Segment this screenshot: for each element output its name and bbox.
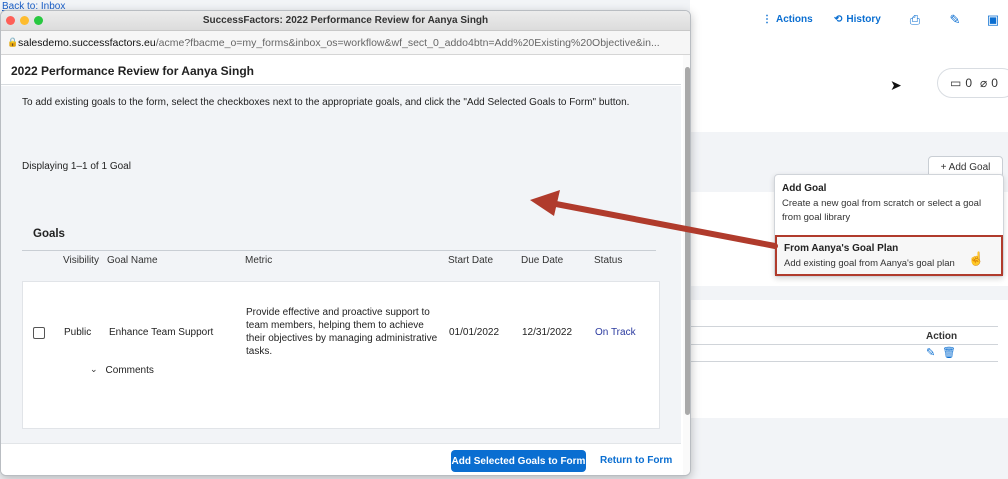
goals-section-title: Goals (33, 228, 65, 240)
goal-select-checkbox[interactable] (33, 327, 45, 339)
top-toolbar: ⋮ Actions ⟲ History ⎙ ✎ ▣ (690, 0, 1008, 44)
hand-pointer-icon: ☝ (968, 251, 985, 266)
window-title: SuccessFactors: 2022 Performance Review … (202, 15, 489, 26)
goal-start-date: 01/01/2022 (449, 327, 500, 338)
comment-attachment-counter[interactable]: ▭ 0 ⌀ 0 (937, 68, 1008, 98)
menu-item-title: From Aanya's Goal Plan (784, 243, 899, 254)
add-selected-goals-button[interactable]: Add Selected Goals to Form (451, 450, 586, 472)
trash-icon[interactable]: 🗑 (942, 346, 956, 359)
save-icon[interactable]: ▣ (986, 13, 1000, 27)
goal-status: On Track (595, 327, 636, 338)
page-title: 2022 Performance Review for Aanya Singh (11, 64, 254, 78)
scrollbar-thumb[interactable] (685, 67, 690, 415)
chevron-down-icon: ⌄ (90, 364, 98, 374)
column-header-due-date: Due Date (521, 255, 564, 266)
mouse-pointer-icon: ➤ (890, 77, 902, 93)
column-header-goal-name: Goal Name (107, 255, 158, 266)
history-icon: ⟲ (834, 14, 843, 25)
action-column-header: Action (926, 331, 958, 342)
comment-icon: ▭ (950, 76, 962, 90)
sign-document-icon[interactable]: ✎ (948, 13, 962, 27)
goal-due-date: 12/31/2022 (522, 327, 573, 338)
column-header-status: Status (594, 255, 623, 266)
table-divider (690, 361, 998, 362)
more-vertical-icon: ⋮ (762, 14, 772, 25)
goals-divider (22, 250, 656, 251)
print-icon[interactable]: ⎙ (908, 13, 922, 27)
return-to-form-button[interactable]: Return to Form (600, 455, 672, 466)
url-bar[interactable]: 🔒 salesdemo.successfactors.eu/acme?fbacm… (1, 31, 690, 55)
vertical-scrollbar[interactable] (683, 55, 690, 475)
column-header-metric: Metric (245, 255, 273, 266)
goal-visibility: Public (64, 327, 92, 338)
page-header: 2022 Performance Review for Aanya Singh (1, 55, 681, 85)
table-divider (690, 326, 998, 327)
table-divider (690, 344, 998, 345)
edit-icon[interactable]: ✎ (926, 346, 935, 359)
table-row: Public Enhance Team Support Provide effe… (22, 281, 660, 429)
instructions-text: To add existing goals to the form, selec… (22, 97, 630, 108)
column-header-visibility: Visibility (63, 255, 99, 266)
goal-name: Enhance Team Support (109, 327, 214, 338)
column-header-start-date: Start Date (448, 255, 494, 266)
comments-toggle[interactable]: ⌄ Comments (90, 364, 154, 376)
popup-footer: Add Selected Goals to Form Return to For… (1, 443, 681, 475)
menu-item-description: Create a new goal from scratch or select… (782, 198, 982, 223)
menu-item-title: Add Goal (782, 183, 827, 194)
popup-window: SuccessFactors: 2022 Performance Review … (0, 10, 691, 476)
url-host: salesdemo.successfactors.eu (18, 37, 156, 49)
window-titlebar[interactable]: SuccessFactors: 2022 Performance Review … (1, 11, 690, 31)
actions-label: Actions (776, 14, 813, 25)
attachment-count: 0 (991, 76, 998, 90)
url-path: /acme?fbacme_o=my_forms&inbox_os=workflo… (155, 37, 660, 49)
lock-icon: 🔒 (7, 37, 19, 47)
history-label: History (846, 14, 881, 25)
popup-content: To add existing goals to the form, selec… (1, 86, 681, 443)
url-text: salesdemo.successfactors.eu/acme?fbacme_… (18, 37, 683, 49)
menu-item-add-goal[interactable]: Add Goal Create a new goal from scratch … (775, 183, 1003, 225)
comment-count: 0 (965, 76, 973, 90)
goal-metric: Provide effective and proactive support … (246, 307, 438, 357)
goal-table-card (690, 300, 1008, 418)
paperclip-icon: ⌀ (980, 76, 988, 90)
displaying-count: Displaying 1–1 of 1 Goal (22, 161, 131, 172)
menu-item-description: Add existing goal from Aanya's goal plan (784, 258, 955, 269)
history-button[interactable]: ⟲ History (834, 14, 881, 25)
actions-button[interactable]: ⋮ Actions (762, 14, 813, 25)
comments-label: Comments (105, 365, 154, 376)
